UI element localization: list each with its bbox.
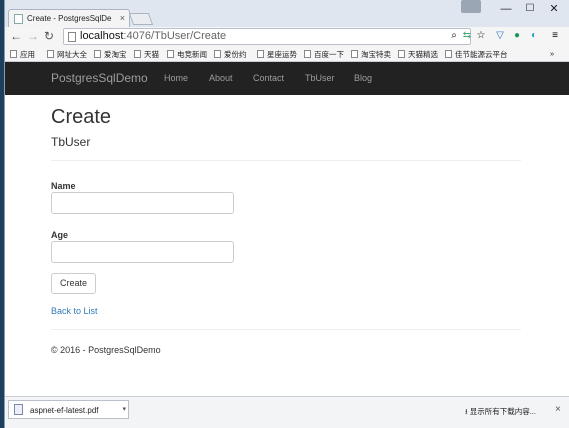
bookmark-item[interactable]: 电竞新闻	[167, 49, 207, 60]
download-item[interactable]: aspnet-ef-latest.pdf ▾	[8, 400, 129, 419]
page-icon	[94, 50, 101, 58]
show-all-downloads-link[interactable]: ⭳ 显示所有下载内容...	[465, 406, 536, 419]
download-shelf: aspnet-ef-latest.pdf ▾ ⭳ 显示所有下载内容... ×	[5, 396, 569, 428]
page-favicon-icon	[14, 14, 23, 24]
age-label: Age	[51, 230, 69, 240]
page-icon	[47, 50, 54, 58]
page-icon	[257, 50, 264, 58]
pdf-file-icon	[14, 404, 23, 415]
page-icon	[134, 50, 141, 58]
close-window-button[interactable]: ✕	[539, 0, 569, 18]
url-host: localhost	[80, 30, 124, 42]
page-icon	[304, 50, 311, 58]
bookmark-item[interactable]: 天猫精选	[398, 49, 438, 60]
user-profile-icon[interactable]	[461, 0, 481, 13]
bookmark-item[interactable]: 网址大全	[47, 49, 87, 60]
close-shelf-icon[interactable]: ×	[555, 404, 561, 415]
nav-link-home[interactable]: Home	[164, 73, 188, 83]
divider	[51, 329, 521, 330]
back-to-list-link[interactable]: Back to List	[51, 306, 98, 316]
bookmark-item[interactable]: 佳节能源云平台	[445, 49, 508, 60]
page-icon	[167, 50, 174, 58]
tab-close-icon[interactable]: ×	[120, 13, 125, 23]
nav-link-about[interactable]: About	[209, 73, 233, 83]
create-button[interactable]: Create	[51, 273, 96, 294]
nav-link-contact[interactable]: Contact	[253, 73, 284, 83]
menu-icon[interactable]: ≡	[549, 30, 561, 42]
name-label: Name	[51, 181, 76, 191]
download-file-name: aspnet-ef-latest.pdf	[30, 406, 99, 415]
tab-title: Create - PostgresSqlDe	[27, 14, 112, 23]
page-subtitle: TbUser	[51, 135, 91, 149]
site-navbar: PostgresSqlDemo Home About Contact TbUse…	[5, 62, 569, 95]
bookmarks-overflow-button[interactable]: »	[550, 49, 554, 58]
divider	[51, 160, 521, 161]
bookmark-item[interactable]: 淘宝特卖	[351, 49, 391, 60]
title-bar: Create - PostgresSqlDe × — ☐ ✕	[5, 0, 569, 27]
page-icon	[214, 50, 221, 58]
url-path: :4076/TbUser/Create	[123, 30, 227, 42]
browser-tab[interactable]: Create - PostgresSqlDe ×	[8, 9, 130, 27]
new-tab-button[interactable]	[128, 13, 154, 25]
chevron-down-icon[interactable]: ▾	[122, 405, 126, 413]
cloud-extension-icon[interactable]: ◐	[528, 30, 540, 42]
globe-extension-icon[interactable]: ●	[511, 30, 523, 42]
forward-arrow-icon[interactable]: →	[27, 29, 39, 43]
apps-icon	[10, 50, 17, 58]
bookmark-item[interactable]: 爱淘宝	[94, 49, 127, 60]
bookmark-item[interactable]: 爱份约	[214, 49, 247, 60]
navbar-brand[interactable]: PostgresSqlDemo	[51, 71, 148, 85]
name-input[interactable]	[51, 192, 234, 214]
bookmark-item[interactable]: 百度一下	[304, 49, 344, 60]
zoom-icon[interactable]: ⌕	[448, 30, 460, 42]
shield-extension-icon[interactable]: ▽	[494, 30, 506, 42]
nav-link-tbuser[interactable]: TbUser	[305, 73, 335, 83]
nav-link-blog[interactable]: Blog	[354, 73, 372, 83]
page-icon	[445, 50, 452, 58]
translate-icon[interactable]: ⇆	[461, 30, 473, 42]
bookmark-item[interactable]: 天猫	[134, 49, 159, 60]
page-icon	[68, 32, 76, 42]
browser-toolbar: ← → ↻ localhost:4076/TbUser/Create ⌕ ⇆ ☆…	[5, 27, 569, 46]
page-footer: © 2016 - PostgresSqlDemo	[51, 345, 161, 355]
page-icon	[398, 50, 405, 58]
page-title: Create	[51, 106, 112, 128]
back-arrow-icon[interactable]: ←	[10, 29, 22, 43]
bookmark-item[interactable]: 应用	[10, 49, 35, 60]
page-content: Create TbUser Name Age Create Back to Li…	[5, 95, 569, 396]
star-icon[interactable]: ☆	[475, 30, 487, 42]
reload-icon[interactable]: ↻	[44, 29, 54, 43]
bookmarks-bar: 应用 网址大全 爱淘宝 天猫 电竞新闻 爱份约 星座运势 百度一下 淘宝特卖 天…	[5, 46, 569, 62]
page-icon	[351, 50, 358, 58]
age-input[interactable]	[51, 241, 234, 263]
browser-window: Create - PostgresSqlDe × — ☐ ✕ ← → ↻ loc…	[4, 0, 569, 428]
bookmark-item[interactable]: 星座运势	[257, 49, 297, 60]
address-bar[interactable]: localhost:4076/TbUser/Create	[63, 28, 471, 45]
